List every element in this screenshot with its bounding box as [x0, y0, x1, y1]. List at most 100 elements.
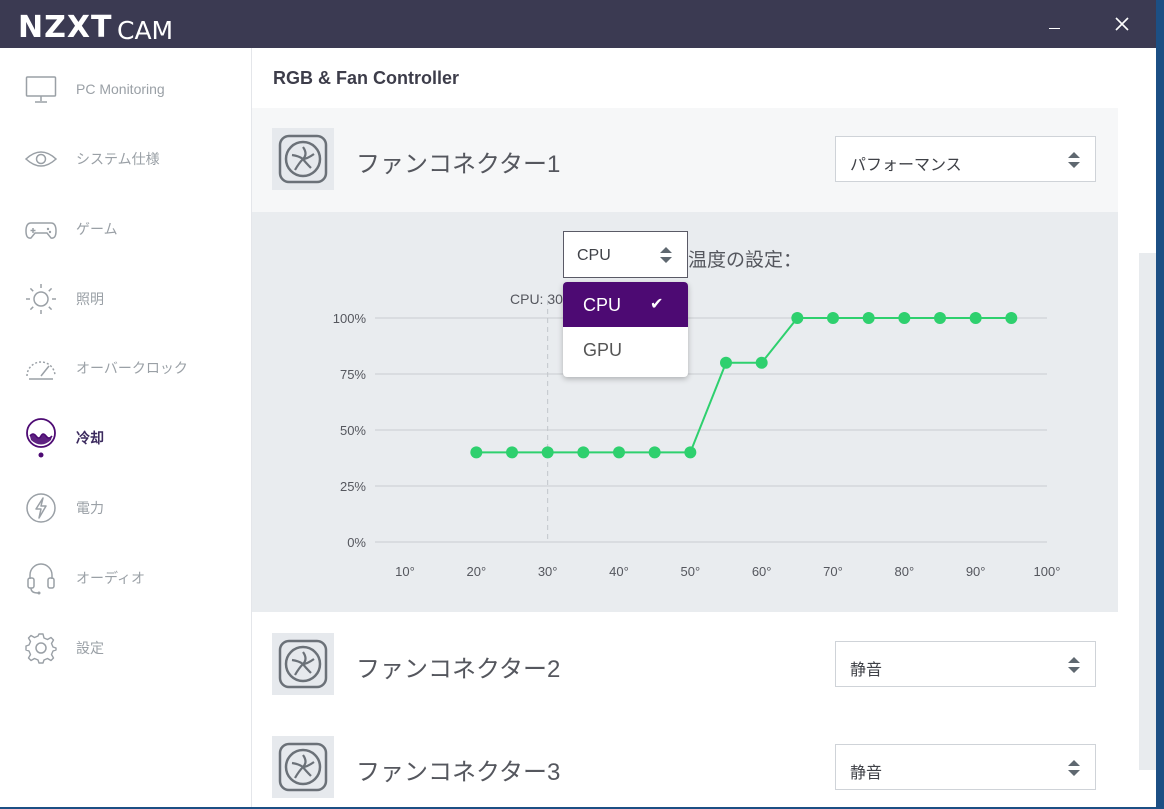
bolt-icon [24, 491, 58, 525]
temp-source-value: CPU [577, 247, 611, 264]
fan-profile-select[interactable]: 静音 [835, 744, 1096, 790]
curve-point[interactable] [577, 446, 590, 459]
curve-point[interactable] [934, 312, 946, 324]
x-tick-label: 100° [1034, 564, 1061, 579]
brand-logo: NZXT [18, 10, 113, 45]
curve-point[interactable] [541, 446, 554, 459]
sidebar-item-overclock[interactable]: オーバークロック [0, 343, 251, 393]
scrollbar-thumb[interactable] [1139, 253, 1156, 770]
gamepad-icon [24, 212, 58, 246]
minimize-icon [1048, 27, 1060, 29]
temp-setting-label: 温度の設定： [688, 250, 803, 271]
curve-point[interactable] [470, 446, 483, 459]
y-tick-label: 0% [347, 535, 366, 550]
close-button[interactable] [1100, 0, 1144, 48]
sidebar-item-label: 設定 [76, 640, 104, 656]
curve-point[interactable] [969, 312, 982, 324]
scroll-area [1118, 48, 1156, 807]
x-tick-label: 50° [680, 564, 700, 579]
curve-point[interactable] [613, 446, 625, 459]
curve-point[interactable] [898, 312, 911, 324]
check-icon: ✔ [650, 296, 664, 313]
curve-point[interactable] [862, 312, 875, 324]
x-tick-label: 80° [894, 564, 914, 579]
fan-curve-line [476, 317, 1012, 454]
fan-name: ファンコネクター2 [356, 656, 561, 683]
y-tick-label: 25% [340, 479, 366, 494]
dropdown-option-label: GPU [583, 340, 623, 360]
minimize-button[interactable] [1032, 0, 1076, 48]
y-tick-label: 50% [340, 423, 366, 438]
cursor-temp-label: CPU: 30 [510, 291, 563, 307]
fan-icon [272, 633, 334, 695]
title-bar: NZXT CAM [0, 0, 1156, 48]
fan-profile-value: パフォーマンス [850, 157, 962, 174]
curve-point[interactable] [827, 312, 839, 324]
curve-point[interactable] [755, 356, 768, 369]
sidebar-item-pc-monitoring[interactable]: PC Monitoring [0, 64, 251, 114]
updown-arrow-icon [1068, 760, 1080, 776]
x-tick-label: 10° [395, 564, 415, 579]
fan-name: ファンコネクター1 [356, 151, 561, 178]
updown-arrow-icon [1068, 152, 1080, 168]
sidebar-item-lighting[interactable]: 照明 [0, 274, 251, 324]
fan-curve-panel: 0% 25% 50% 75% 100% 10° 20° 30° 40° 50° 60° 70° 80° 9… [252, 212, 1118, 612]
curve-point[interactable] [648, 446, 661, 459]
temp-source-dropdown: CPU ✔ GPU [563, 282, 688, 377]
y-tick-label: 75% [340, 367, 366, 382]
sidebar-item-label: システム仕様 [76, 151, 160, 167]
fan-icon [272, 128, 334, 190]
x-tick-label: 30° [538, 564, 558, 579]
temp-source-select[interactable]: CPU [563, 231, 688, 278]
page-title: RGB & Fan Controller [273, 68, 460, 88]
updown-arrow-icon [1068, 657, 1080, 673]
y-tick-label: 100% [333, 311, 367, 326]
fan-row-2: ファンコネクター2 静音 [252, 613, 1118, 717]
sidebar-item-audio[interactable]: オーディオ [0, 553, 251, 603]
cooling-icon [24, 418, 58, 458]
x-tick-label: 40° [609, 564, 629, 579]
fan-profile-value: 静音 [850, 662, 883, 679]
dropdown-option-label: CPU [583, 295, 622, 315]
fan-icon [272, 736, 334, 798]
app-window: NZXT CAM PC Monitoring システム仕様 ゲーム 照明 オーバ… [0, 0, 1156, 807]
fan-name: ファンコネクター3 [356, 759, 561, 786]
sidebar-item-label: 冷却 [76, 430, 104, 446]
eye-icon [24, 142, 58, 176]
sidebar-item-label: 照明 [76, 291, 104, 307]
main-panel: RGB & Fan Controller ファンコネクター1 パフォーマンス 0… [252, 48, 1118, 807]
sidebar-item-system-spec[interactable]: システム仕様 [0, 134, 251, 184]
dropdown-option-gpu[interactable]: GPU [563, 327, 688, 372]
sidebar-item-label: ゲーム [76, 221, 118, 237]
fan-profile-select[interactable]: 静音 [835, 641, 1096, 687]
sidebar-item-game[interactable]: ゲーム [0, 204, 251, 254]
x-tick-label: 60° [752, 564, 772, 579]
sun-icon [24, 282, 58, 316]
sidebar-item-label: PC Monitoring [76, 81, 165, 97]
fan-profile-value: 静音 [850, 765, 883, 782]
sidebar-item-cooling[interactable]: 冷却 [0, 413, 251, 463]
fan-profile-select[interactable]: パフォーマンス [835, 136, 1096, 182]
gear-icon [24, 631, 58, 665]
close-icon [1115, 17, 1129, 31]
gauge-icon [24, 351, 58, 385]
sidebar-item-settings[interactable]: 設定 [0, 623, 251, 673]
monitor-icon [24, 72, 58, 106]
curve-point[interactable] [791, 312, 804, 324]
sidebar-item-label: オーディオ [76, 570, 146, 586]
curve-point[interactable] [506, 446, 518, 459]
brand-app-name: CAM [117, 16, 174, 45]
curve-point[interactable] [684, 446, 697, 459]
sidebar-item-label: オーバークロック [76, 360, 188, 376]
x-tick-label: 90° [966, 564, 986, 579]
curve-point[interactable] [720, 356, 732, 369]
headset-icon [24, 561, 58, 595]
sidebar-item-power[interactable]: 電力 [0, 483, 251, 533]
sidebar: PC Monitoring システム仕様 ゲーム 照明 オーバークロック 冷却 … [0, 48, 252, 807]
curve-point[interactable] [1005, 312, 1018, 324]
dropdown-option-cpu[interactable]: CPU ✔ [563, 282, 688, 327]
fan-row-3: ファンコネクター3 静音 [252, 716, 1118, 807]
x-tick-label: 70° [823, 564, 843, 579]
fan-row-1: ファンコネクター1 パフォーマンス [252, 108, 1118, 212]
updown-arrow-icon [660, 247, 672, 263]
